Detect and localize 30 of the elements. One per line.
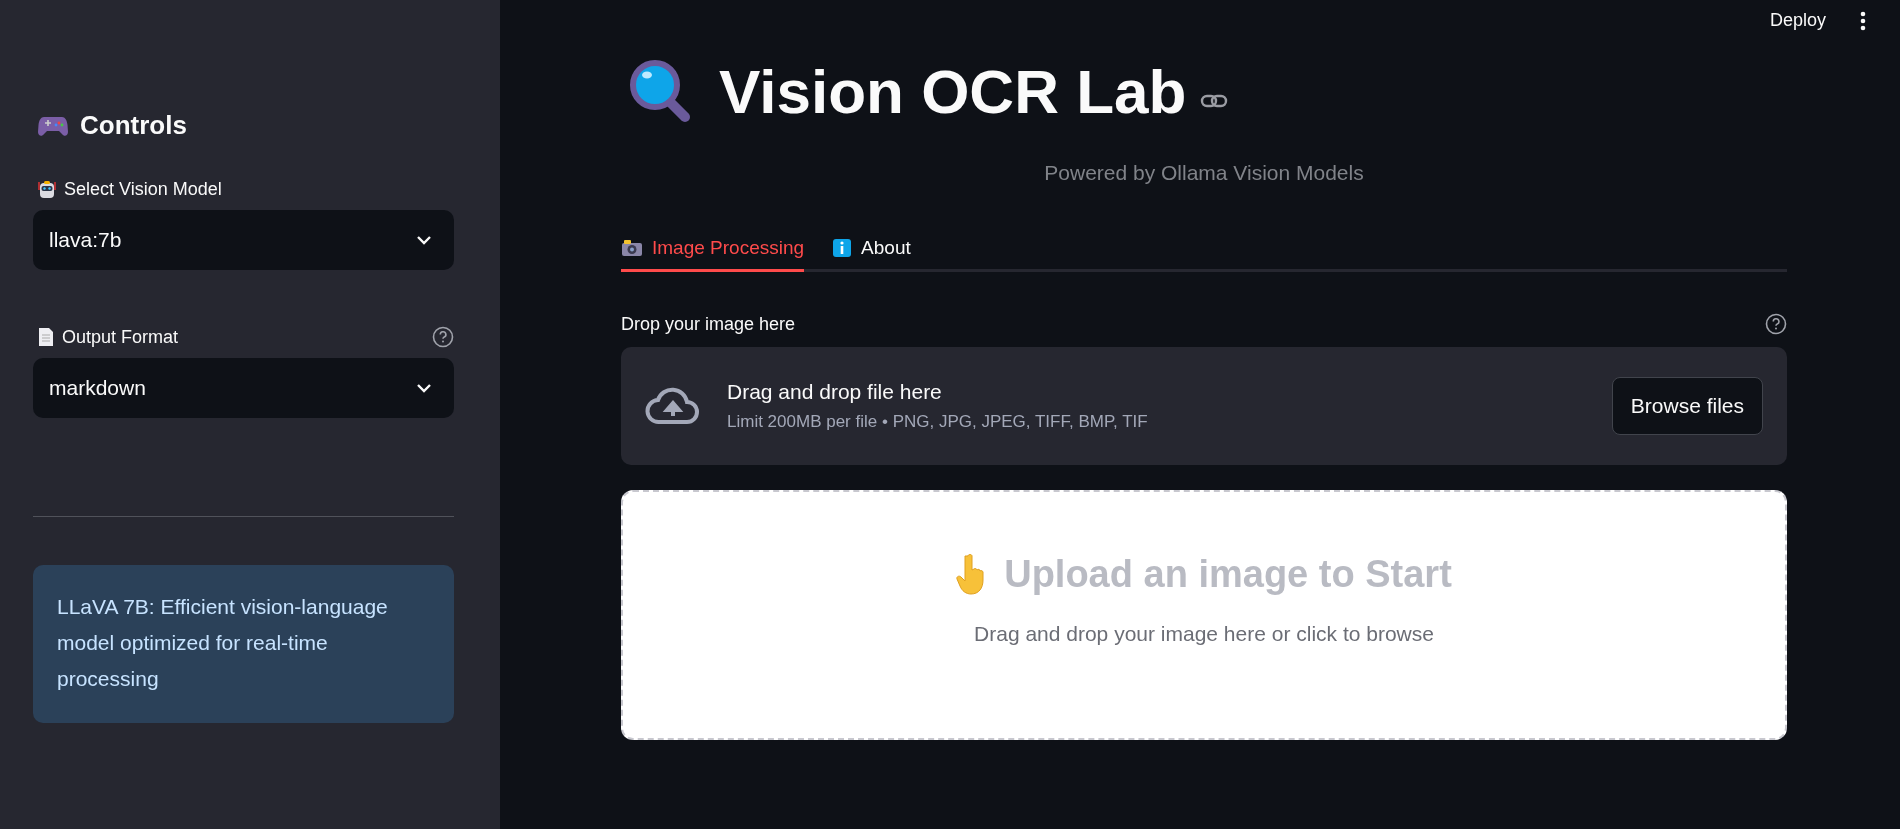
uploader-limit: Limit 200MB per file • PNG, JPG, JPEG, TIFF, BMP, TIF [727,412,1149,432]
field-label: Select Vision Model [64,179,223,200]
document-icon [38,327,54,347]
deploy-button[interactable]: Deploy [1765,8,1830,33]
drop-zone-hint: Drag and drop your image here or click to browse [974,622,1434,646]
tab[interactable]: Image Processing [621,237,805,272]
robot-icon [38,179,56,200]
camera-icon [621,239,643,257]
drop-zone-heading: Upload an image to Start [1004,552,1452,596]
cloud-upload-icon [645,386,701,426]
page-title: Vision OCR Lab [719,56,1187,127]
chevron-down-icon [416,383,432,393]
field-label: Output Format [62,326,180,348]
tab[interactable]: About [832,237,911,272]
info-message: LLaVA 7B: Efficient vision-language model optimized for real-time processing [33,565,454,723]
chevron-down-icon [416,235,432,245]
help-icon[interactable] [1765,313,1787,335]
drop-zone[interactable]: Upload an image to Start Drag and drop your image here or click to browse [621,490,1787,740]
link-icon[interactable] [1200,92,1229,109]
uploader-label: Drop your image here [621,313,796,335]
info-icon [832,238,853,258]
sidebar-title: Controls [80,110,187,141]
help-icon[interactable] [432,326,454,348]
uploader-heading: Drag and drop file here [727,380,943,404]
browse-files-button[interactable]: Browse files [1611,377,1763,435]
file-uploader[interactable]: Drag and drop file here Limit 200MB per file • PNG, JPG, JPEG, TIFF, BMP, TIF Browse files [621,347,1787,465]
more-menu-icon[interactable] [1860,10,1866,31]
select-dropdown[interactable]: markdown [33,358,454,418]
select-dropdown[interactable]: llava:7b [33,210,454,270]
subtitle: Powered by Ollama Vision Models [1043,161,1365,185]
